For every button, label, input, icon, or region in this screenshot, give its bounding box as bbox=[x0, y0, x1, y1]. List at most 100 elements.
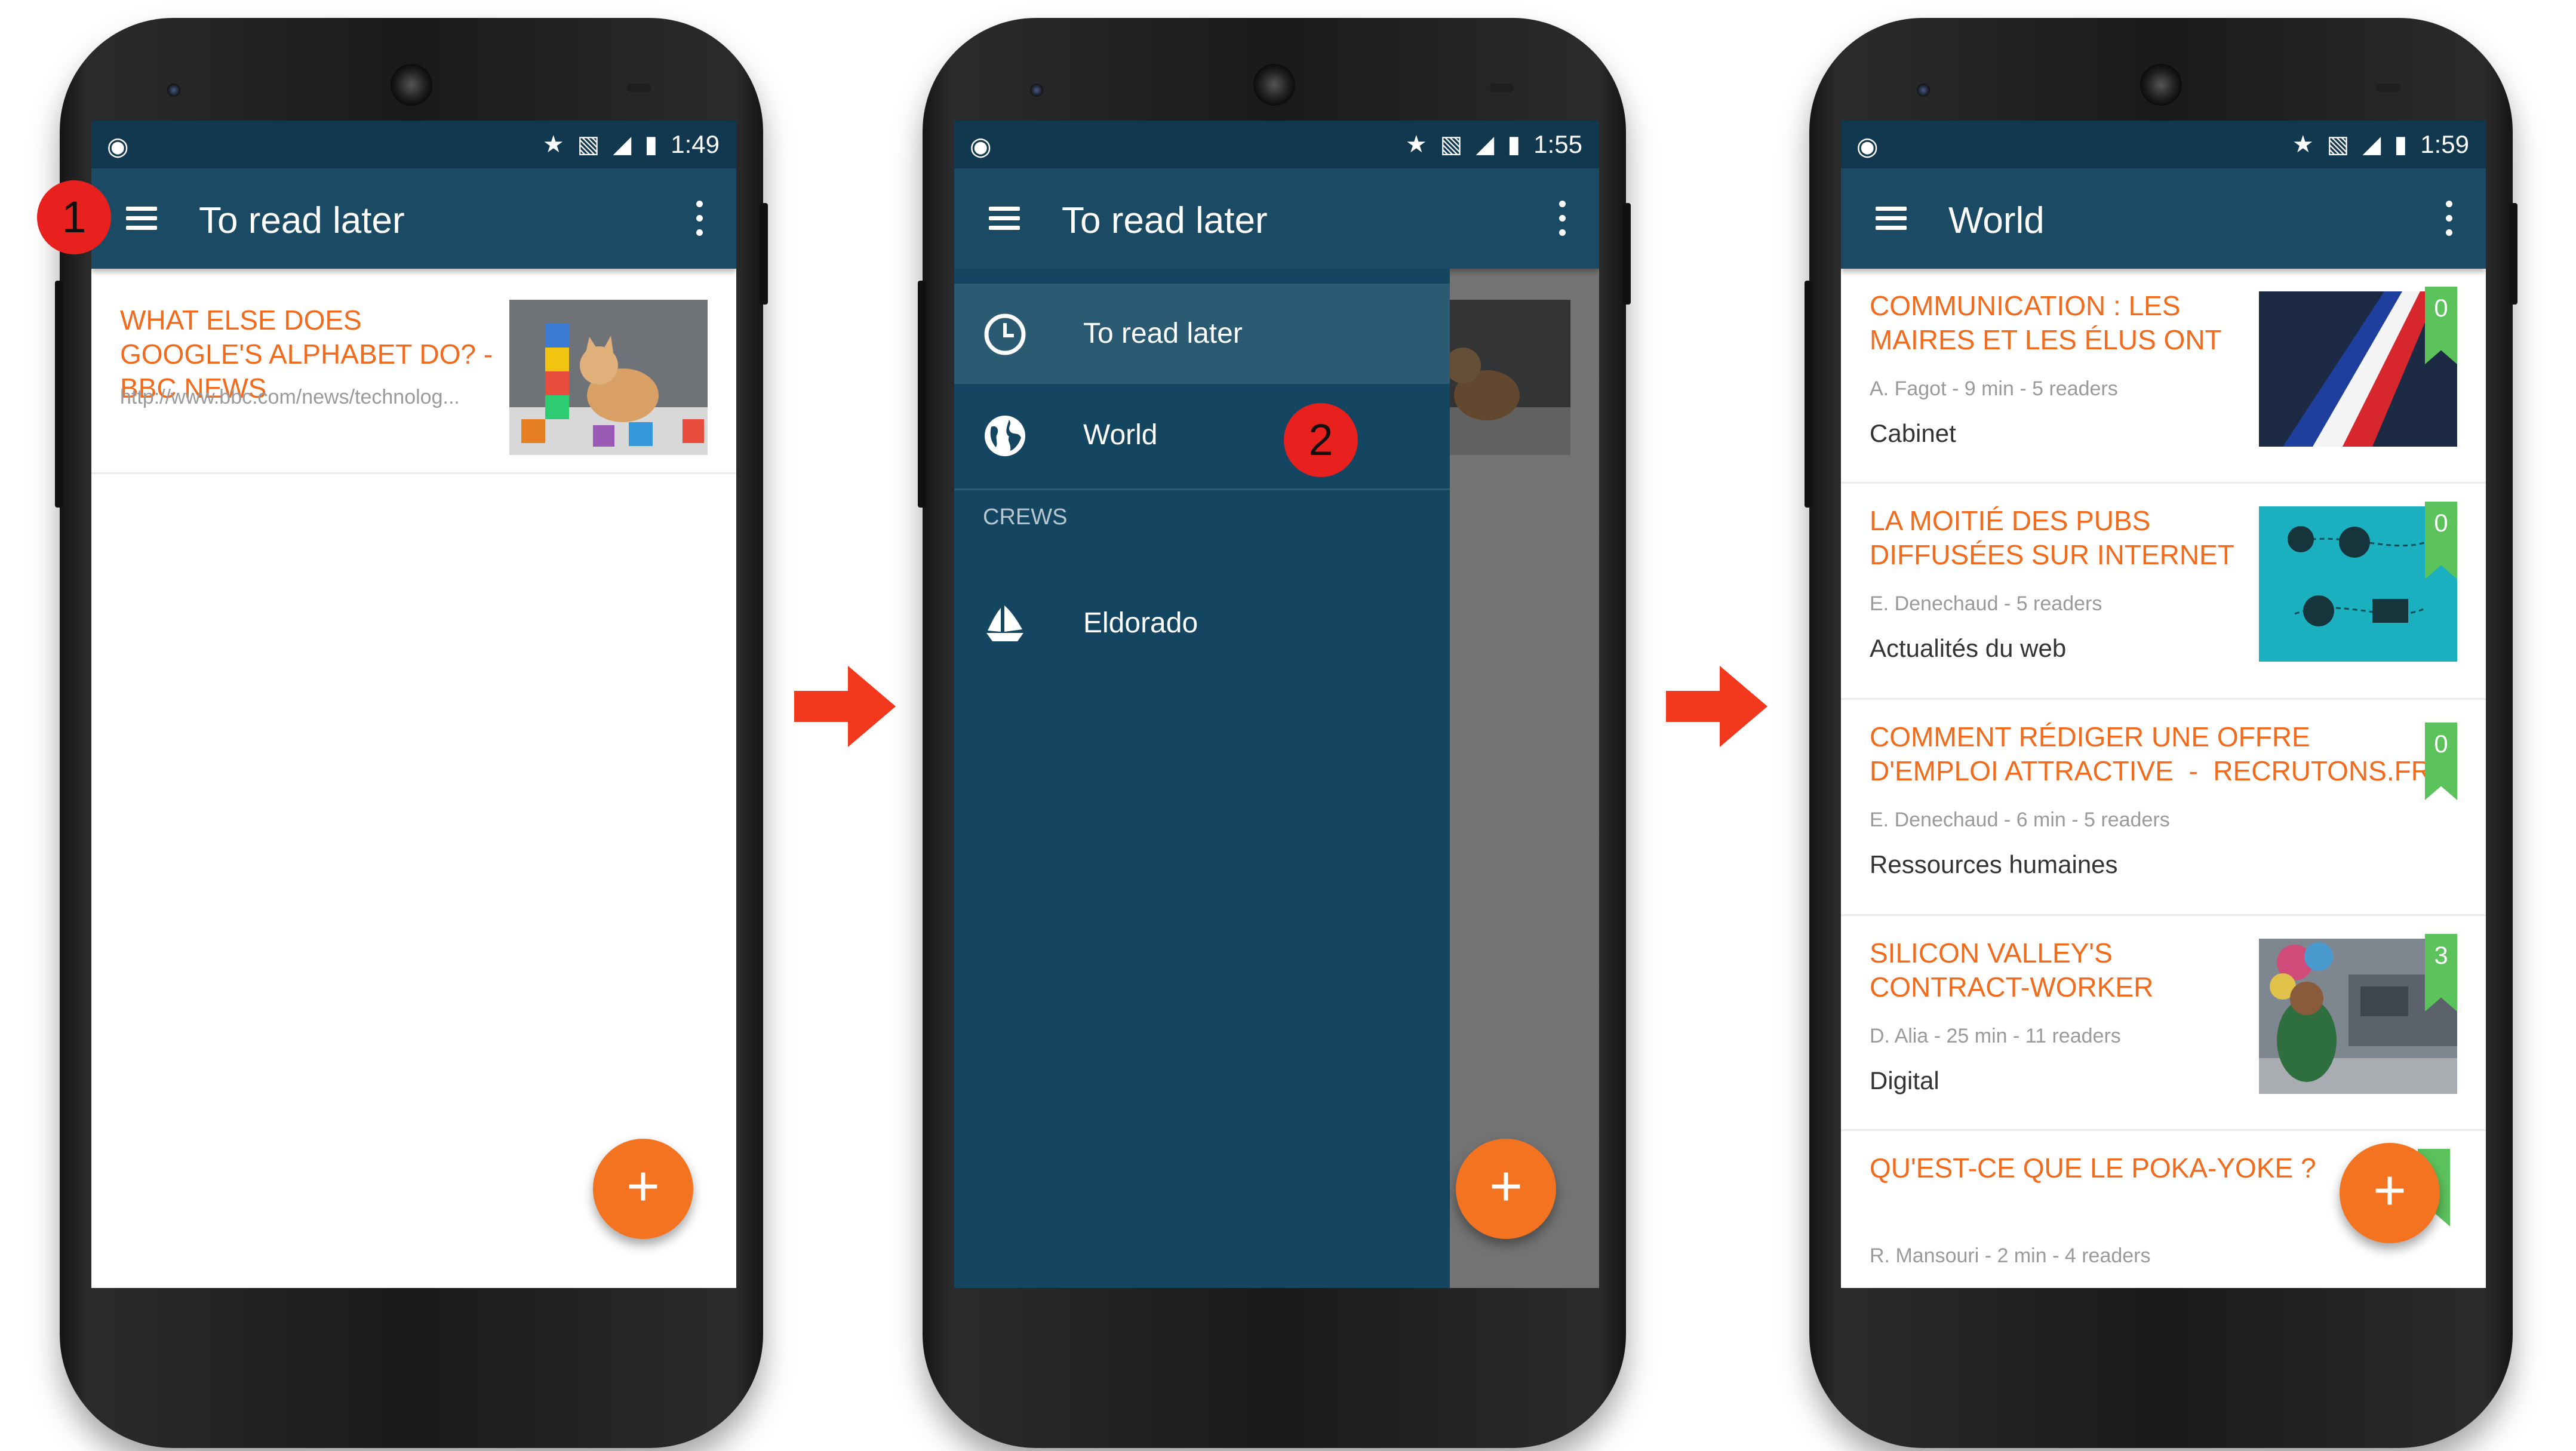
battery-charging-icon: ▮ bbox=[644, 131, 658, 158]
overflow-menu-icon[interactable] bbox=[693, 199, 705, 238]
clock: 1:55 bbox=[1533, 130, 1582, 158]
volume-button bbox=[55, 281, 63, 508]
article-card[interactable]: COMMUNICATION : LES MAIRES ET LES ÉLUS O… bbox=[1841, 269, 2486, 484]
clock: 1:49 bbox=[671, 130, 720, 158]
article-meta: R. Mansouri - 2 min - 4 readers bbox=[1870, 1244, 2151, 1267]
status-bar: ◉ ★ ▧ ◢ ▮ 1:59 bbox=[1841, 121, 2486, 168]
status-bar: ◉ ★ ▧ ◢ ▮ 1:55 bbox=[954, 121, 1599, 168]
navigation-drawer: To read later World CREWS Eldorado bbox=[954, 269, 1450, 1288]
screen-to-read-later: ◉ ★ ▧ ◢ ▮ 1:49 To read later WHAT ELSE D… bbox=[91, 121, 736, 1288]
add-fab-button[interactable]: + bbox=[2340, 1143, 2440, 1243]
hamburger-menu-icon[interactable] bbox=[124, 201, 159, 236]
article-title-line[interactable]: MAIRES ET LES ÉLUS ONT bbox=[1870, 323, 2222, 357]
proximity-sensor bbox=[627, 84, 651, 92]
readers-count-badge: 0 bbox=[2425, 723, 2457, 800]
article-crew[interactable]: Actualités du web bbox=[1870, 634, 2066, 663]
drawer-scrim[interactable] bbox=[1450, 269, 1599, 1288]
status-bar: ◉ ★ ▧ ◢ ▮ 1:49 bbox=[91, 121, 736, 168]
article-card[interactable]: COMMENT RÉDIGER UNE OFFRE D'EMPLOI ATTRA… bbox=[1841, 700, 2486, 916]
article-crew[interactable]: Cabinet bbox=[1870, 419, 1956, 448]
page-title: To read later bbox=[199, 200, 405, 241]
article-thumbnail bbox=[509, 300, 708, 455]
star-icon: ★ bbox=[2292, 131, 2314, 158]
article-crew[interactable]: Ressources humaines bbox=[1870, 850, 2118, 879]
article-meta: A. Fagot - 9 min - 5 readers bbox=[1870, 377, 2118, 400]
article-title-line[interactable]: SILICON VALLEY'S bbox=[1870, 936, 2113, 970]
add-fab-button[interactable]: + bbox=[1456, 1139, 1556, 1239]
phone-frame-3: ◉ ★ ▧ ◢ ▮ 1:59 World COMMUNICATION : LES… bbox=[1805, 18, 2517, 1448]
vibrate-icon: ▧ bbox=[1440, 131, 1463, 158]
star-icon: ★ bbox=[1405, 131, 1427, 158]
earpiece-speaker bbox=[1253, 64, 1295, 106]
hamburger-menu-icon[interactable] bbox=[986, 201, 1022, 236]
app-toolbar: World bbox=[1841, 168, 2486, 269]
front-camera bbox=[167, 84, 180, 97]
earpiece-speaker bbox=[391, 64, 432, 106]
screen-navigation-drawer: ◉ ★ ▧ ◢ ▮ 1:55 To read later + To read l… bbox=[954, 121, 1599, 1288]
article-title-line[interactable]: COMMENT RÉDIGER UNE OFFRE bbox=[1870, 720, 2310, 754]
step-callout-1: 1 bbox=[37, 180, 111, 254]
cyanogen-icon: ◉ bbox=[970, 132, 992, 160]
lte-signal-icon: ◢ bbox=[2362, 131, 2381, 158]
article-meta: E. Denechaud - 5 readers bbox=[1870, 592, 2102, 615]
arrow-right-icon bbox=[794, 666, 896, 747]
drawer-item-label: To read later bbox=[1083, 318, 1243, 349]
vibrate-icon: ▧ bbox=[577, 131, 600, 158]
volume-button bbox=[1805, 281, 1813, 508]
overflow-menu-icon[interactable] bbox=[2443, 199, 2455, 238]
article-url: http://www.bbc.com/news/technolog... bbox=[120, 386, 460, 408]
proximity-sensor bbox=[1490, 84, 1514, 92]
vibrate-icon: ▧ bbox=[2326, 131, 2350, 158]
page-title: To read later bbox=[1062, 200, 1268, 241]
page-title: World bbox=[1948, 200, 2045, 241]
article-title-line[interactable]: D'EMPLOI ATTRACTIVE - RECRUTONS.FR bbox=[1870, 754, 2431, 788]
drawer-item-label: Eldorado bbox=[1083, 607, 1198, 639]
power-button bbox=[2509, 203, 2517, 305]
hamburger-menu-icon[interactable] bbox=[1873, 201, 1909, 236]
battery-charging-icon: ▮ bbox=[2394, 131, 2408, 158]
star-icon: ★ bbox=[542, 131, 564, 158]
article-meta: E. Denechaud - 6 min - 5 readers bbox=[1870, 808, 2170, 831]
cyanogen-icon: ◉ bbox=[1856, 132, 1879, 160]
phone-frame-2: ◉ ★ ▧ ◢ ▮ 1:55 To read later + To read l… bbox=[918, 18, 1631, 1448]
battery-charging-icon: ▮ bbox=[1507, 131, 1521, 158]
drawer-divider bbox=[954, 488, 1450, 490]
article-title-line[interactable]: QU'EST-CE QUE LE POKA-YOKE ? bbox=[1870, 1151, 2316, 1185]
power-button bbox=[1622, 203, 1631, 305]
power-button bbox=[760, 203, 768, 305]
app-toolbar: To read later bbox=[954, 168, 1599, 269]
lte-signal-icon: ◢ bbox=[1475, 131, 1495, 158]
add-fab-button[interactable]: + bbox=[593, 1139, 693, 1239]
lte-signal-icon: ◢ bbox=[613, 131, 632, 158]
article-title-line[interactable]: LA MOITIÉ DES PUBS bbox=[1870, 504, 2150, 538]
article-title-line[interactable]: COMMUNICATION : LES bbox=[1870, 289, 2181, 323]
front-camera bbox=[1917, 84, 1930, 97]
volume-button bbox=[918, 281, 926, 508]
clock-icon bbox=[984, 313, 1026, 355]
drawer-item-world[interactable]: World bbox=[954, 385, 1450, 485]
cyanogen-icon: ◉ bbox=[107, 132, 129, 160]
front-camera bbox=[1030, 84, 1043, 97]
ship-icon bbox=[986, 605, 1023, 641]
article-card[interactable]: LA MOITIÉ DES PUBS DIFFUSÉES SUR INTERNE… bbox=[1841, 484, 2486, 700]
article-title-line[interactable]: DIFFUSÉES SUR INTERNET bbox=[1870, 538, 2234, 572]
earpiece-speaker bbox=[2140, 64, 2182, 106]
drawer-item-to-read-later[interactable]: To read later bbox=[954, 284, 1450, 384]
globe-icon bbox=[985, 416, 1025, 456]
article-card[interactable]: SILICON VALLEY'S CONTRACT-WORKER D. Alia… bbox=[1841, 916, 2486, 1131]
drawer-item-eldorado[interactable]: Eldorado bbox=[954, 573, 1450, 674]
overflow-menu-icon[interactable] bbox=[1556, 199, 1568, 238]
arrow-right-icon bbox=[1666, 666, 1767, 747]
article-title-line[interactable]: CONTRACT-WORKER bbox=[1870, 970, 2153, 1004]
drawer-section-title: CREWS bbox=[983, 505, 1068, 530]
app-toolbar: To read later bbox=[91, 168, 736, 269]
drawer-item-label: World bbox=[1083, 419, 1158, 451]
screen-world: ◉ ★ ▧ ◢ ▮ 1:59 World COMMUNICATION : LES… bbox=[1841, 121, 2486, 1288]
step-callout-2: 2 bbox=[1284, 403, 1358, 477]
proximity-sensor bbox=[2377, 84, 2400, 92]
article-meta: D. Alia - 25 min - 11 readers bbox=[1870, 1025, 2121, 1047]
article-crew[interactable]: Digital bbox=[1870, 1066, 1939, 1095]
article-card[interactable]: WHAT ELSE DOES GOOGLE'S ALPHABET DO? - B… bbox=[91, 269, 736, 474]
clock: 1:59 bbox=[2420, 130, 2469, 158]
phone-frame-1: ◉ ★ ▧ ◢ ▮ 1:49 To read later WHAT ELSE D… bbox=[55, 18, 768, 1448]
